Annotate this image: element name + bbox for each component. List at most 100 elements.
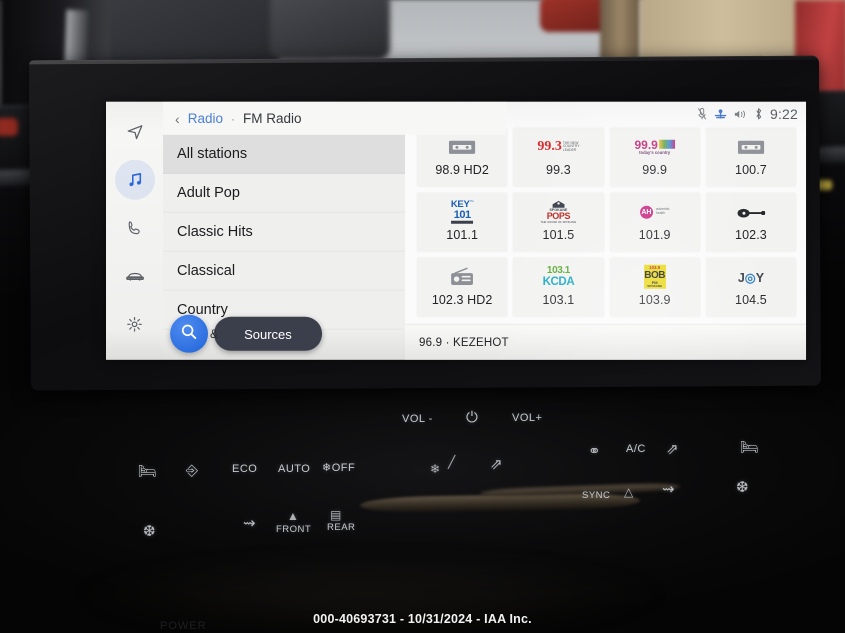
- station-frequency: 103.9: [638, 292, 671, 307]
- back-button[interactable]: ‹: [175, 110, 180, 126]
- category-label: Adult Pop: [177, 184, 240, 201]
- sync-button[interactable]: SYNC: [582, 490, 610, 501]
- sidebar-item-vehicle[interactable]: [115, 256, 155, 296]
- recirculation-icon[interactable]: ⚭: [588, 442, 601, 460]
- station-frequency: 102.3: [735, 227, 767, 242]
- station-tile[interactable]: 98.9 HD2: [417, 127, 508, 187]
- station-frequency: 101.1: [446, 227, 479, 242]
- passenger-seat-cooler-icon[interactable]: ❆: [736, 478, 749, 496]
- eco-button[interactable]: ECO: [232, 463, 257, 475]
- clock: 9:22: [769, 105, 799, 122]
- music-note-icon: [126, 171, 144, 189]
- front-defrost-label[interactable]: FRONT: [276, 524, 311, 535]
- ac-button[interactable]: A/C: [626, 443, 646, 455]
- breadcrumb-separator: ·: [231, 111, 236, 126]
- category-label: Classic Hits: [177, 223, 253, 240]
- search-button[interactable]: [170, 314, 209, 353]
- station-frequency: 102.3 HD2: [431, 292, 493, 307]
- infotainment-bezel: All stations Adult Pop Classic Hits Clas…: [28, 55, 822, 391]
- gear-icon: [126, 315, 143, 332]
- cassette-icon: [737, 134, 765, 160]
- auto-button[interactable]: AUTO: [278, 463, 310, 475]
- station-tile[interactable]: 103.9 BOB FM SPOKANE 103.9: [609, 257, 700, 317]
- station-tile[interactable]: 102.3 HD2: [417, 257, 508, 317]
- now-playing-bar[interactable]: 96.9 · KEZEHOT: [405, 323, 807, 360]
- volume-up-button[interactable]: VOL+: [512, 412, 542, 424]
- airflow-up-icon[interactable]: ⇗: [490, 455, 503, 473]
- station-frequency: 104.5: [735, 292, 767, 307]
- bluetooth-icon: [754, 107, 763, 121]
- assistant-icon: [714, 107, 727, 120]
- phone-icon: [126, 219, 143, 236]
- steering-wheel-heater-icon[interactable]: ⎆: [186, 462, 199, 479]
- station-logo: 103.9 BOB FM SPOKANE: [643, 265, 666, 289]
- navigation-arrow-icon: [126, 123, 144, 141]
- ampersand-label: &: [210, 326, 219, 341]
- airflow-face-icon[interactable]: ⇗: [666, 440, 679, 458]
- infotainment-display[interactable]: All stations Adult Pop Classic Hits Clas…: [106, 101, 807, 360]
- list-item[interactable]: Adult Pop: [163, 173, 406, 213]
- list-item[interactable]: Classic Hits: [163, 212, 406, 252]
- screenshot-root: VOL - ⏻ VOL+ 🛏 ⎆ ECO AUTO ❄OFF ❆ ⇝ FRONT…: [0, 0, 845, 633]
- guitar-icon: [736, 199, 766, 225]
- station-logo: 103.1 KCDA: [542, 264, 575, 289]
- breadcrumb-parent[interactable]: Radio: [188, 111, 223, 126]
- power-button[interactable]: ⏻: [466, 409, 478, 426]
- front-defrost-icon[interactable]: ▲: [287, 509, 299, 523]
- microphone-muted-icon: [697, 107, 707, 121]
- station-frequency: 101.5: [542, 227, 575, 242]
- sidebar-item-media[interactable]: [114, 159, 155, 200]
- passenger-seat-heater-icon[interactable]: 🛏: [740, 438, 760, 456]
- station-logo: J◎Y: [737, 270, 765, 285]
- seat-cooler-icon[interactable]: ❆: [143, 522, 156, 540]
- sidebar-item-settings[interactable]: [115, 304, 155, 344]
- volume-down-button[interactable]: VOL -: [402, 413, 433, 425]
- station-logo: AH adventist health: [639, 199, 669, 225]
- station-tile[interactable]: 99.9 today's country 99.9: [609, 127, 700, 187]
- station-grid[interactable]: 98.9 HD2 99.3 THE NEW COUNTRY LEADER 99.…: [417, 127, 797, 317]
- watermark: 000-40693731 - 10/31/2024 - IAA Inc.: [313, 612, 532, 626]
- sidebar-item-phone[interactable]: [115, 208, 155, 248]
- list-item[interactable]: Classical: [163, 251, 406, 291]
- list-item[interactable]: All stations: [163, 134, 406, 174]
- volume-icon: [734, 108, 747, 119]
- sources-button[interactable]: Sources: [214, 316, 322, 351]
- windshield-defog-icon[interactable]: △: [624, 485, 634, 499]
- status-bar: 9:22: [697, 106, 798, 122]
- category-label: Classical: [177, 262, 236, 279]
- station-tile[interactable]: 100.7: [705, 127, 797, 187]
- car-icon: [125, 268, 145, 284]
- station-logo: SPOKANE POPS THE SOUND OF SPOKANE: [541, 199, 576, 225]
- airflow-feet-icon[interactable]: ⇝: [243, 514, 256, 532]
- fan-speed-icon[interactable]: ❄: [430, 462, 441, 476]
- station-tile[interactable]: 103.1 KCDA 103.1: [513, 257, 604, 317]
- fan-slider-icon[interactable]: ╱: [448, 455, 456, 469]
- station-frequency: 99.9: [642, 162, 668, 177]
- cassette-icon: [448, 134, 476, 160]
- rear-defrost-icon[interactable]: ▤: [330, 508, 342, 522]
- station-grid-pane: 9:22 98.9 HD2 99.3 THE NEW COUNTRY LEADE…: [405, 101, 807, 360]
- sources-label: Sources: [244, 326, 292, 342]
- station-tile[interactable]: SPOKANE POPS THE SOUND OF SPOKANE 101.5: [513, 192, 604, 252]
- climate-off-button[interactable]: ❄OFF: [322, 461, 355, 474]
- category-label: All stations: [177, 145, 248, 162]
- station-tile[interactable]: 99.3 THE NEW COUNTRY LEADER 99.3: [513, 127, 604, 187]
- station-tile[interactable]: AH adventist health 101.9: [609, 192, 700, 252]
- airflow-feet-right-icon[interactable]: ⇝: [662, 480, 675, 498]
- station-frequency: 98.9 HD2: [435, 162, 489, 177]
- rear-defrost-label[interactable]: REAR: [327, 522, 355, 533]
- breadcrumb-current: FM Radio: [243, 110, 302, 126]
- station-tile[interactable]: 102.3: [705, 192, 797, 252]
- sidebar-item-navigation[interactable]: [115, 112, 155, 152]
- station-logo: 99.3 THE NEW COUNTRY LEADER: [537, 138, 580, 154]
- station-frequency: 99.3: [546, 162, 571, 177]
- station-logo: KEY ™ 101: [451, 199, 473, 225]
- breadcrumb: ‹ Radio · FM Radio: [163, 101, 507, 135]
- station-tile[interactable]: KEY ™ 101 101.1: [417, 192, 508, 252]
- station-logo: 99.9 today's country: [634, 134, 675, 160]
- station-frequency: 101.9: [638, 227, 671, 242]
- app-rail: [106, 101, 164, 360]
- station-tile[interactable]: J◎Y 104.5: [705, 257, 797, 317]
- radio-icon: [449, 264, 475, 290]
- driver-seat-heater-icon[interactable]: 🛏: [138, 462, 158, 480]
